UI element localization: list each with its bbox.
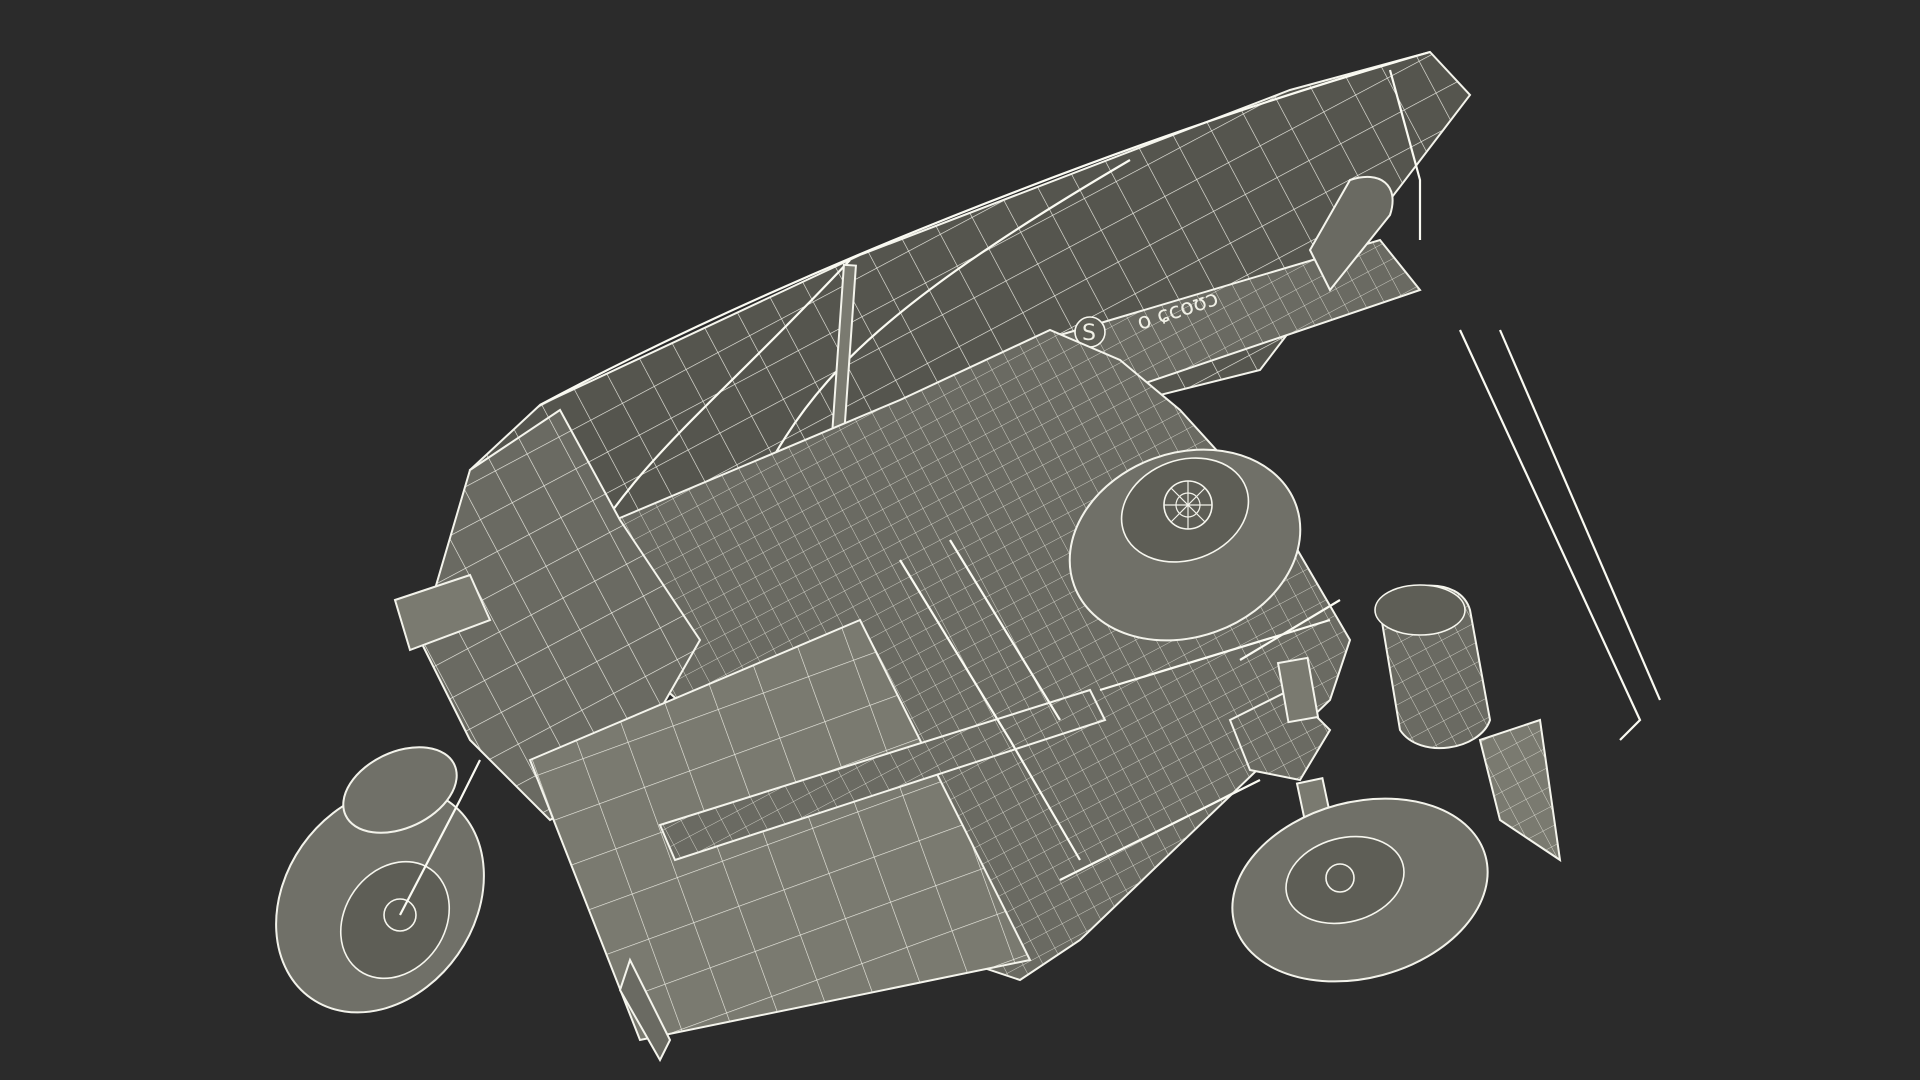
emblem-letter: S — [1082, 321, 1096, 346]
front-wheel — [275, 746, 485, 1014]
canister — [1374, 584, 1492, 750]
wireframe-model: S o ɕcoʊɔ — [275, 50, 1662, 1063]
render-viewport: S o ɕcoʊɔ — [0, 0, 1920, 1080]
mud-flap — [1478, 718, 1562, 863]
rear-wheel — [1231, 797, 1489, 983]
